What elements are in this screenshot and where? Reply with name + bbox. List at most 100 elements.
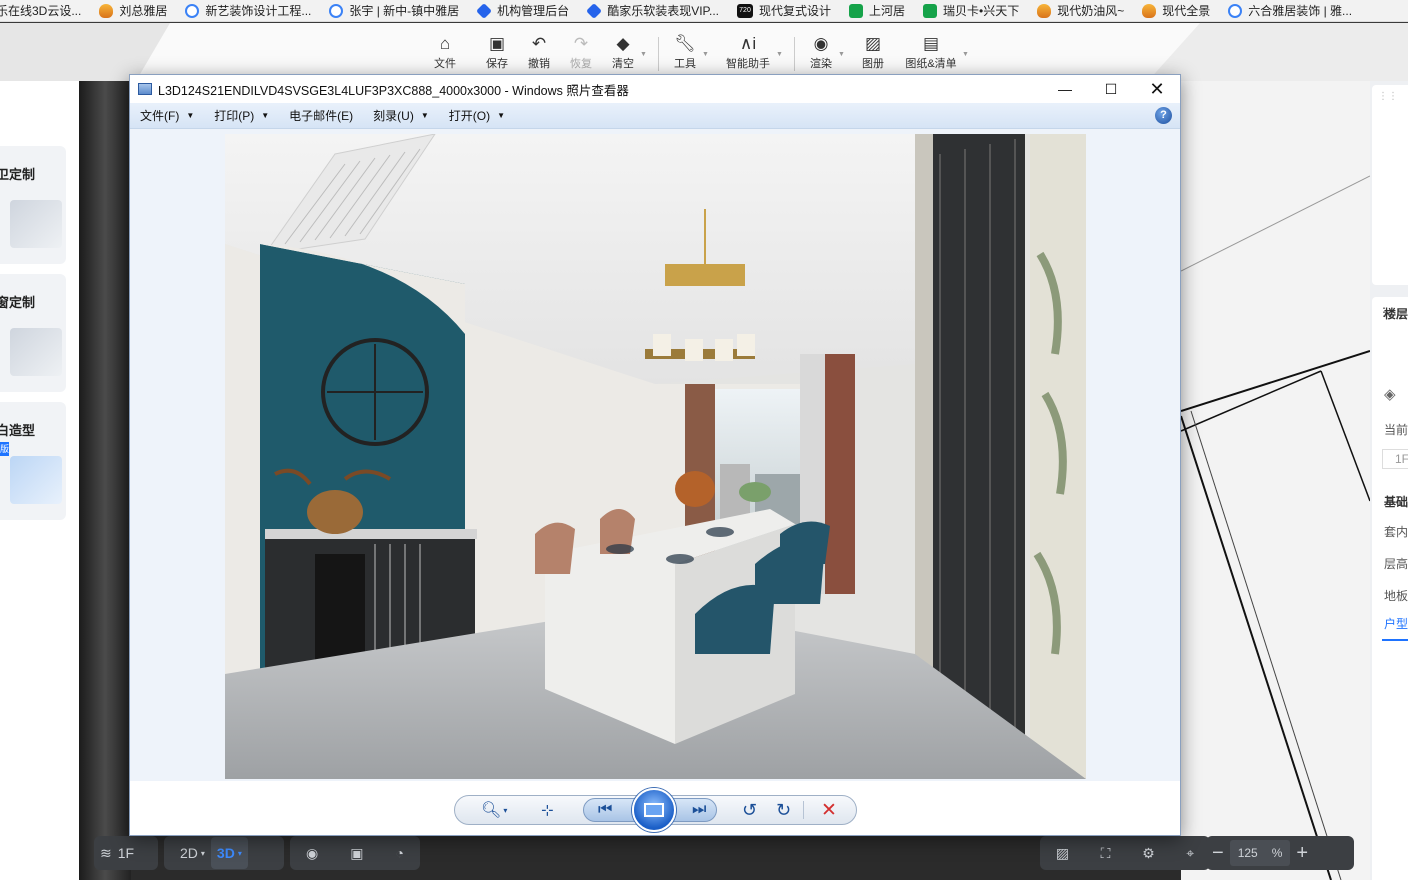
focus-icon[interactable]: ⌖: [1180, 837, 1200, 869]
delete-icon[interactable]: ✕: [821, 799, 837, 821]
next-image-icon[interactable]: ⏭︎: [692, 799, 706, 821]
flame-icon: [99, 3, 114, 18]
render-dropdown-caret[interactable]: ▼: [838, 51, 845, 58]
category-card-shape[interactable]: 白造型 版: [0, 402, 66, 520]
zoom-input[interactable]: 125%: [1229, 840, 1291, 866]
zoom-magnifier-icon[interactable]: 🔍︎ ▾: [481, 799, 507, 821]
minimap-panel: ⋮⋮: [1372, 85, 1408, 285]
gauge-icon[interactable]: ◔: [389, 837, 409, 869]
eye-icon[interactable]: ◉: [300, 837, 324, 869]
minimize-button[interactable]: —: [1042, 75, 1088, 103]
right-panel: ⋮⋮ ⋮ 楼层 ◈ 当前 1F 基础 套内 层高 地板 户型: [1370, 81, 1408, 880]
clear-button[interactable]: ◆ 清空: [601, 35, 645, 71]
bookmark-item[interactable]: 现代全景: [1134, 0, 1220, 21]
720-icon: 720: [737, 3, 753, 18]
bookmark-item[interactable]: 酷家乐软装表现VIP...: [579, 0, 729, 21]
redo-icon: ↷: [573, 34, 589, 53]
viewer-controls: 🔍︎ ▾ ⊹ ⏮︎ ⏭︎ ↺ ↻ ✕: [454, 788, 857, 832]
category-thumbnail: [10, 328, 62, 376]
menu-burn[interactable]: 刻录(U) ▼: [363, 107, 439, 124]
bookmark-item[interactable]: 六合雅居装饰 | 雅...: [1220, 0, 1362, 21]
save-button[interactable]: ▣ 保存: [475, 35, 519, 71]
window-title: L3D124S21ENDILVD4SVSGE3L4LUF3P3XC888_400…: [158, 83, 629, 98]
assistant-button[interactable]: ∧i 智能助手: [718, 35, 778, 71]
hexagon-icon: [329, 3, 344, 18]
tab-layout[interactable]: 户型: [1384, 615, 1408, 632]
view-settings-icon[interactable]: ⚙: [1136, 837, 1161, 869]
toolbar-divider: [794, 37, 795, 71]
bookmark-item[interactable]: 机构管理后台: [469, 0, 579, 21]
category-thumbnail: [10, 200, 62, 248]
mode-2d-button[interactable]: 2D ▾: [164, 837, 211, 869]
view-tools-group: ◉ ▣ ◔: [290, 836, 420, 870]
bookmark-item[interactable]: 现代奶油风~: [1029, 0, 1134, 21]
assistant-dropdown-caret[interactable]: ▼: [776, 51, 783, 58]
diamond-icon: [586, 2, 603, 19]
active-tab-underline: [1382, 639, 1408, 641]
tools-dropdown-caret[interactable]: ▼: [702, 51, 709, 58]
slideshow-button[interactable]: [632, 788, 676, 832]
close-button[interactable]: ✕: [1134, 75, 1180, 103]
bookmark-item[interactable]: 瑞贝卡•兴天下: [915, 0, 1029, 21]
drawings-dropdown-caret[interactable]: ▼: [962, 51, 969, 58]
diamond-icon: [476, 2, 493, 19]
zoom-out-button[interactable]: −: [1206, 837, 1230, 869]
document-icon: ▤: [922, 34, 940, 53]
actual-size-icon[interactable]: ⊹: [541, 799, 554, 821]
help-icon[interactable]: ?: [1155, 107, 1172, 124]
photo-viewer-window: L3D124S21ENDILVD4SVSGE3L4LUF3P3XC888_400…: [129, 74, 1181, 836]
image-icon: ▨: [864, 34, 882, 53]
picture-icon[interactable]: ▨: [1050, 837, 1075, 869]
mode-3d-button[interactable]: 3D ▾: [210, 837, 248, 869]
home-file-icon: ⌂: [439, 34, 451, 53]
drawings-button[interactable]: ▤ 图纸&清单: [902, 35, 960, 71]
rotate-right-icon[interactable]: ↻: [776, 799, 791, 821]
green-k-icon: [849, 3, 864, 18]
previous-image-icon[interactable]: ⏮︎: [598, 799, 612, 821]
toolbar-divider: [658, 37, 659, 71]
render-button[interactable]: ◉ 渲染: [799, 35, 843, 71]
fit-view-icon[interactable]: ⛶: [1095, 837, 1117, 869]
menu-open[interactable]: 打开(O) ▼: [439, 107, 515, 124]
flame-icon: [1037, 3, 1052, 18]
category-card-bath[interactable]: 卫定制: [0, 146, 66, 264]
bookmark-item[interactable]: 刘总雅居: [91, 0, 177, 21]
file-button[interactable]: ⌂ 文件: [423, 35, 467, 71]
bookmark-item[interactable]: 上河居: [841, 0, 915, 21]
viewport-wall-left: [79, 81, 131, 880]
menu-file[interactable]: 文件(F) ▼: [130, 107, 204, 124]
tools-button[interactable]: 🔧︎ 工具: [663, 35, 707, 71]
zoom-in-button[interactable]: +: [1290, 837, 1314, 869]
version-badge: 版: [0, 442, 10, 456]
redo-button[interactable]: ↷ 恢复: [559, 35, 603, 71]
cube-icon[interactable]: ▣: [344, 837, 369, 869]
image-tools-group: ▨ ⛶ ⚙ ⌖: [1040, 836, 1210, 870]
hexagon-icon: [1228, 3, 1243, 18]
zoom-control: − 125% +: [1206, 836, 1354, 870]
ai-assistant-icon: ∧i: [739, 34, 757, 53]
eraser-icon: ◆: [616, 34, 630, 53]
undo-button[interactable]: ↶ 撤销: [517, 35, 561, 71]
left-sidebar: 卫定制 窗定制 白造型 版: [0, 81, 79, 880]
undo-icon: ↶: [531, 34, 547, 53]
viewport-room-view: [1181, 81, 1370, 880]
category-card-window[interactable]: 窗定制: [0, 274, 66, 392]
bookmark-item[interactable]: 乐在线3D云设...: [0, 0, 91, 21]
green-k-icon: [923, 3, 938, 18]
bookmark-item[interactable]: 720 现代复式设计: [729, 0, 841, 21]
bookmark-item[interactable]: 张宇 | 新中-镇中雅居: [321, 0, 469, 21]
maximize-button[interactable]: ☐: [1088, 75, 1134, 103]
camera-icon: ◉: [813, 34, 829, 53]
clear-dropdown-caret[interactable]: ▼: [640, 51, 647, 58]
album-button[interactable]: ▨ 图册: [851, 35, 895, 71]
rotate-left-icon[interactable]: ↺: [742, 799, 757, 821]
floor-switch[interactable]: ≋ 1F: [94, 836, 158, 870]
menu-print[interactable]: 打印(P) ▼: [204, 107, 279, 124]
floor-select[interactable]: 1F: [1382, 449, 1408, 469]
viewer-titlebar[interactable]: L3D124S21ENDILVD4SVSGE3L4LUF3P3XC888_400…: [130, 75, 1180, 103]
viewer-control-bar: 🔍︎ ▾ ⊹ ⏮︎ ⏭︎ ↺ ↻ ✕: [130, 781, 1180, 835]
bookmark-item[interactable]: 新艺装饰设计工程...: [177, 0, 321, 21]
image-display-area[interactable]: [130, 130, 1180, 780]
hexagon-icon: [185, 3, 200, 18]
menu-email[interactable]: 电子邮件(E): [279, 107, 363, 124]
